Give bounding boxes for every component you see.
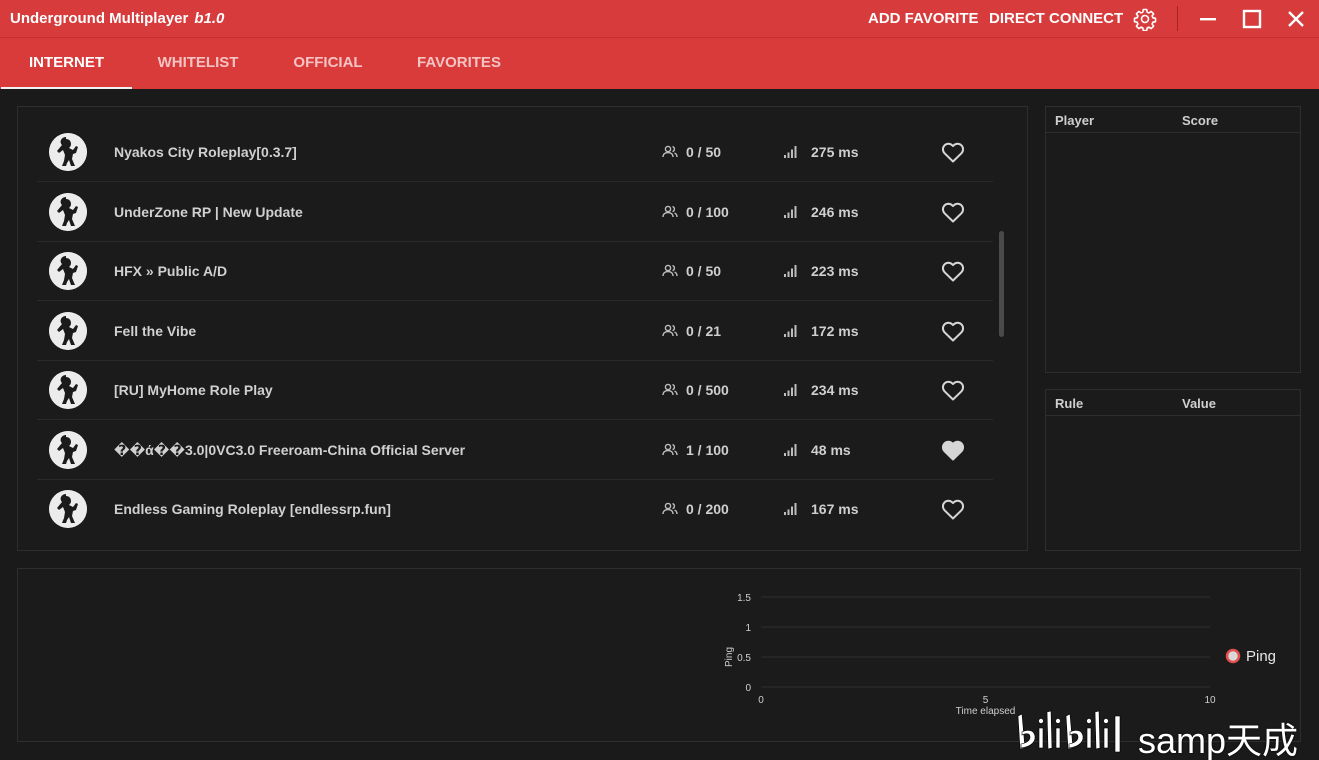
y-axis-label: Ping	[724, 647, 735, 667]
y-tick-label: 0.5	[737, 653, 751, 664]
server-avatar-icon	[49, 192, 87, 231]
minimize-icon[interactable]	[1197, 8, 1219, 30]
y-tick-label: 1.5	[737, 593, 751, 604]
column-player[interactable]: Player	[1055, 113, 1094, 128]
server-row[interactable]: HFX » Public A/D 0 / 50 223 ms	[37, 242, 993, 301]
ping-value: 246 ms	[811, 203, 859, 220]
server-name: HFX » Public A/D	[114, 263, 228, 279]
rule-table: Rule Value	[1045, 389, 1301, 551]
server-avatar-icon	[49, 311, 87, 350]
server-avatar-icon	[49, 430, 87, 469]
app-name: Underground Multiplayer	[10, 10, 189, 27]
title-bar: Underground Multiplayer b1.0 ADD FAVORITE…	[0, 0, 1319, 37]
ping-value: 275 ms	[811, 144, 859, 160]
players-icon	[662, 205, 678, 217]
signal-strength-icon	[784, 265, 797, 277]
watermark-text: samp天成	[1138, 720, 1299, 760]
player-count: 0 / 500	[686, 382, 729, 398]
signal-strength-icon	[784, 443, 797, 456]
column-score[interactable]: Score	[1182, 113, 1218, 128]
players-icon	[662, 502, 678, 515]
tab-bar: INTERNET WHITELIST OFFICIAL FAVORITES	[0, 37, 1319, 89]
close-icon[interactable]	[1285, 8, 1307, 30]
column-value[interactable]: Value	[1182, 396, 1216, 411]
ping-value: 48 ms	[811, 441, 851, 458]
tab-official[interactable]: OFFICIAL	[263, 38, 393, 89]
player-table: Player Score	[1045, 106, 1301, 373]
players-icon	[662, 264, 678, 277]
active-tab-indicator	[1, 87, 132, 89]
favorite-heart-icon[interactable]	[941, 201, 965, 223]
server-row[interactable]: Endless Gaming Roleplay [endlessrp.fun] …	[37, 480, 993, 539]
server-row[interactable]: UnderZone RP | New Update 0 / 100 246 ms	[37, 183, 993, 242]
titlebar-divider	[1177, 6, 1178, 31]
tab-whitelist[interactable]: WHITELIST	[133, 38, 263, 89]
legend-label: Ping	[1246, 648, 1276, 665]
player-table-header: Player Score	[1046, 107, 1300, 133]
player-count: 0 / 50	[686, 263, 722, 279]
server-name: Endless Gaming Roleplay [endlessrp.fun]	[114, 501, 391, 517]
app-version: b1.0	[194, 10, 225, 27]
server-list-scrollbar[interactable]	[999, 231, 1004, 337]
tab-internet[interactable]: INTERNET	[1, 38, 132, 89]
players-icon	[662, 324, 678, 336]
ping-value: 223 ms	[811, 263, 859, 279]
server-row[interactable]: ��ά��3.0|0VC3.0 Freeroam-China Official …	[37, 421, 993, 480]
rule-table-header: Rule Value	[1046, 390, 1300, 416]
server-avatar-icon	[49, 490, 87, 528]
x-tick-label: 0	[758, 695, 764, 706]
players-icon	[662, 383, 678, 396]
bilibili-logo-icon	[1017, 710, 1121, 753]
x-axis-label: Time elapsed	[956, 706, 1016, 717]
server-name: Nyakos City Roleplay[0.3.7]	[114, 144, 297, 160]
server-row[interactable]: Fell the Vibe 0 / 21 172 ms	[37, 302, 993, 361]
server-name: Fell the Vibe	[114, 322, 197, 339]
server-name: UnderZone RP | New Update	[114, 203, 303, 220]
server-row[interactable]: [RU] MyHome Role Play 0 / 500 234 ms	[37, 361, 993, 420]
settings-gear-icon[interactable]	[1133, 7, 1157, 31]
server-row[interactable]: Nyakos City Roleplay[0.3.7] 0 / 50 275 m…	[37, 123, 993, 182]
player-count: 0 / 50	[686, 144, 722, 160]
maximize-icon[interactable]	[1241, 8, 1263, 30]
favorite-heart-icon[interactable]	[941, 260, 965, 282]
ping-value: 167 ms	[811, 501, 859, 517]
signal-strength-icon	[784, 384, 797, 396]
server-avatar-icon	[49, 252, 87, 290]
server-avatar-icon	[49, 371, 87, 409]
signal-strength-icon	[784, 146, 797, 158]
server-name: ��ά��3.0|0VC3.0 Freeroam-China Official …	[114, 441, 466, 458]
player-count: 0 / 100	[686, 203, 729, 220]
add-favorite-button[interactable]: ADD FAVORITE	[868, 10, 979, 27]
players-icon	[662, 145, 678, 158]
favorite-heart-icon[interactable]	[941, 379, 965, 401]
ping-value: 172 ms	[811, 322, 859, 339]
favorite-heart-icon[interactable]	[941, 498, 965, 520]
player-count: 1 / 100	[686, 441, 729, 458]
player-count: 0 / 21	[686, 322, 722, 339]
server-list: Nyakos City Roleplay[0.3.7] 0 / 50 275 m…	[17, 106, 1028, 551]
players-icon	[662, 443, 678, 455]
favorite-heart-icon[interactable]	[941, 320, 965, 342]
x-tick-label: 10	[1204, 695, 1216, 706]
y-tick-label: 1	[745, 623, 751, 634]
signal-strength-icon	[784, 324, 797, 337]
direct-connect-button[interactable]: DIRECT CONNECT	[989, 10, 1123, 27]
signal-strength-icon	[784, 205, 797, 218]
server-avatar-icon	[49, 133, 87, 171]
server-name: [RU] MyHome Role Play	[114, 382, 273, 398]
bilibili-watermark: samp天成	[1014, 706, 1319, 760]
x-tick-label: 5	[983, 695, 989, 706]
favorite-heart-icon[interactable]	[941, 439, 965, 461]
y-tick-label: 0	[745, 683, 751, 694]
legend-marker	[1225, 648, 1241, 664]
ping-value: 234 ms	[811, 382, 859, 398]
signal-strength-icon	[784, 503, 797, 515]
app-title: Underground Multiplayer b1.0	[10, 10, 224, 27]
favorite-heart-icon[interactable]	[941, 141, 965, 163]
column-rule[interactable]: Rule	[1055, 396, 1083, 411]
tab-favorites[interactable]: FAVORITES	[394, 38, 524, 89]
player-count: 0 / 200	[686, 501, 729, 517]
